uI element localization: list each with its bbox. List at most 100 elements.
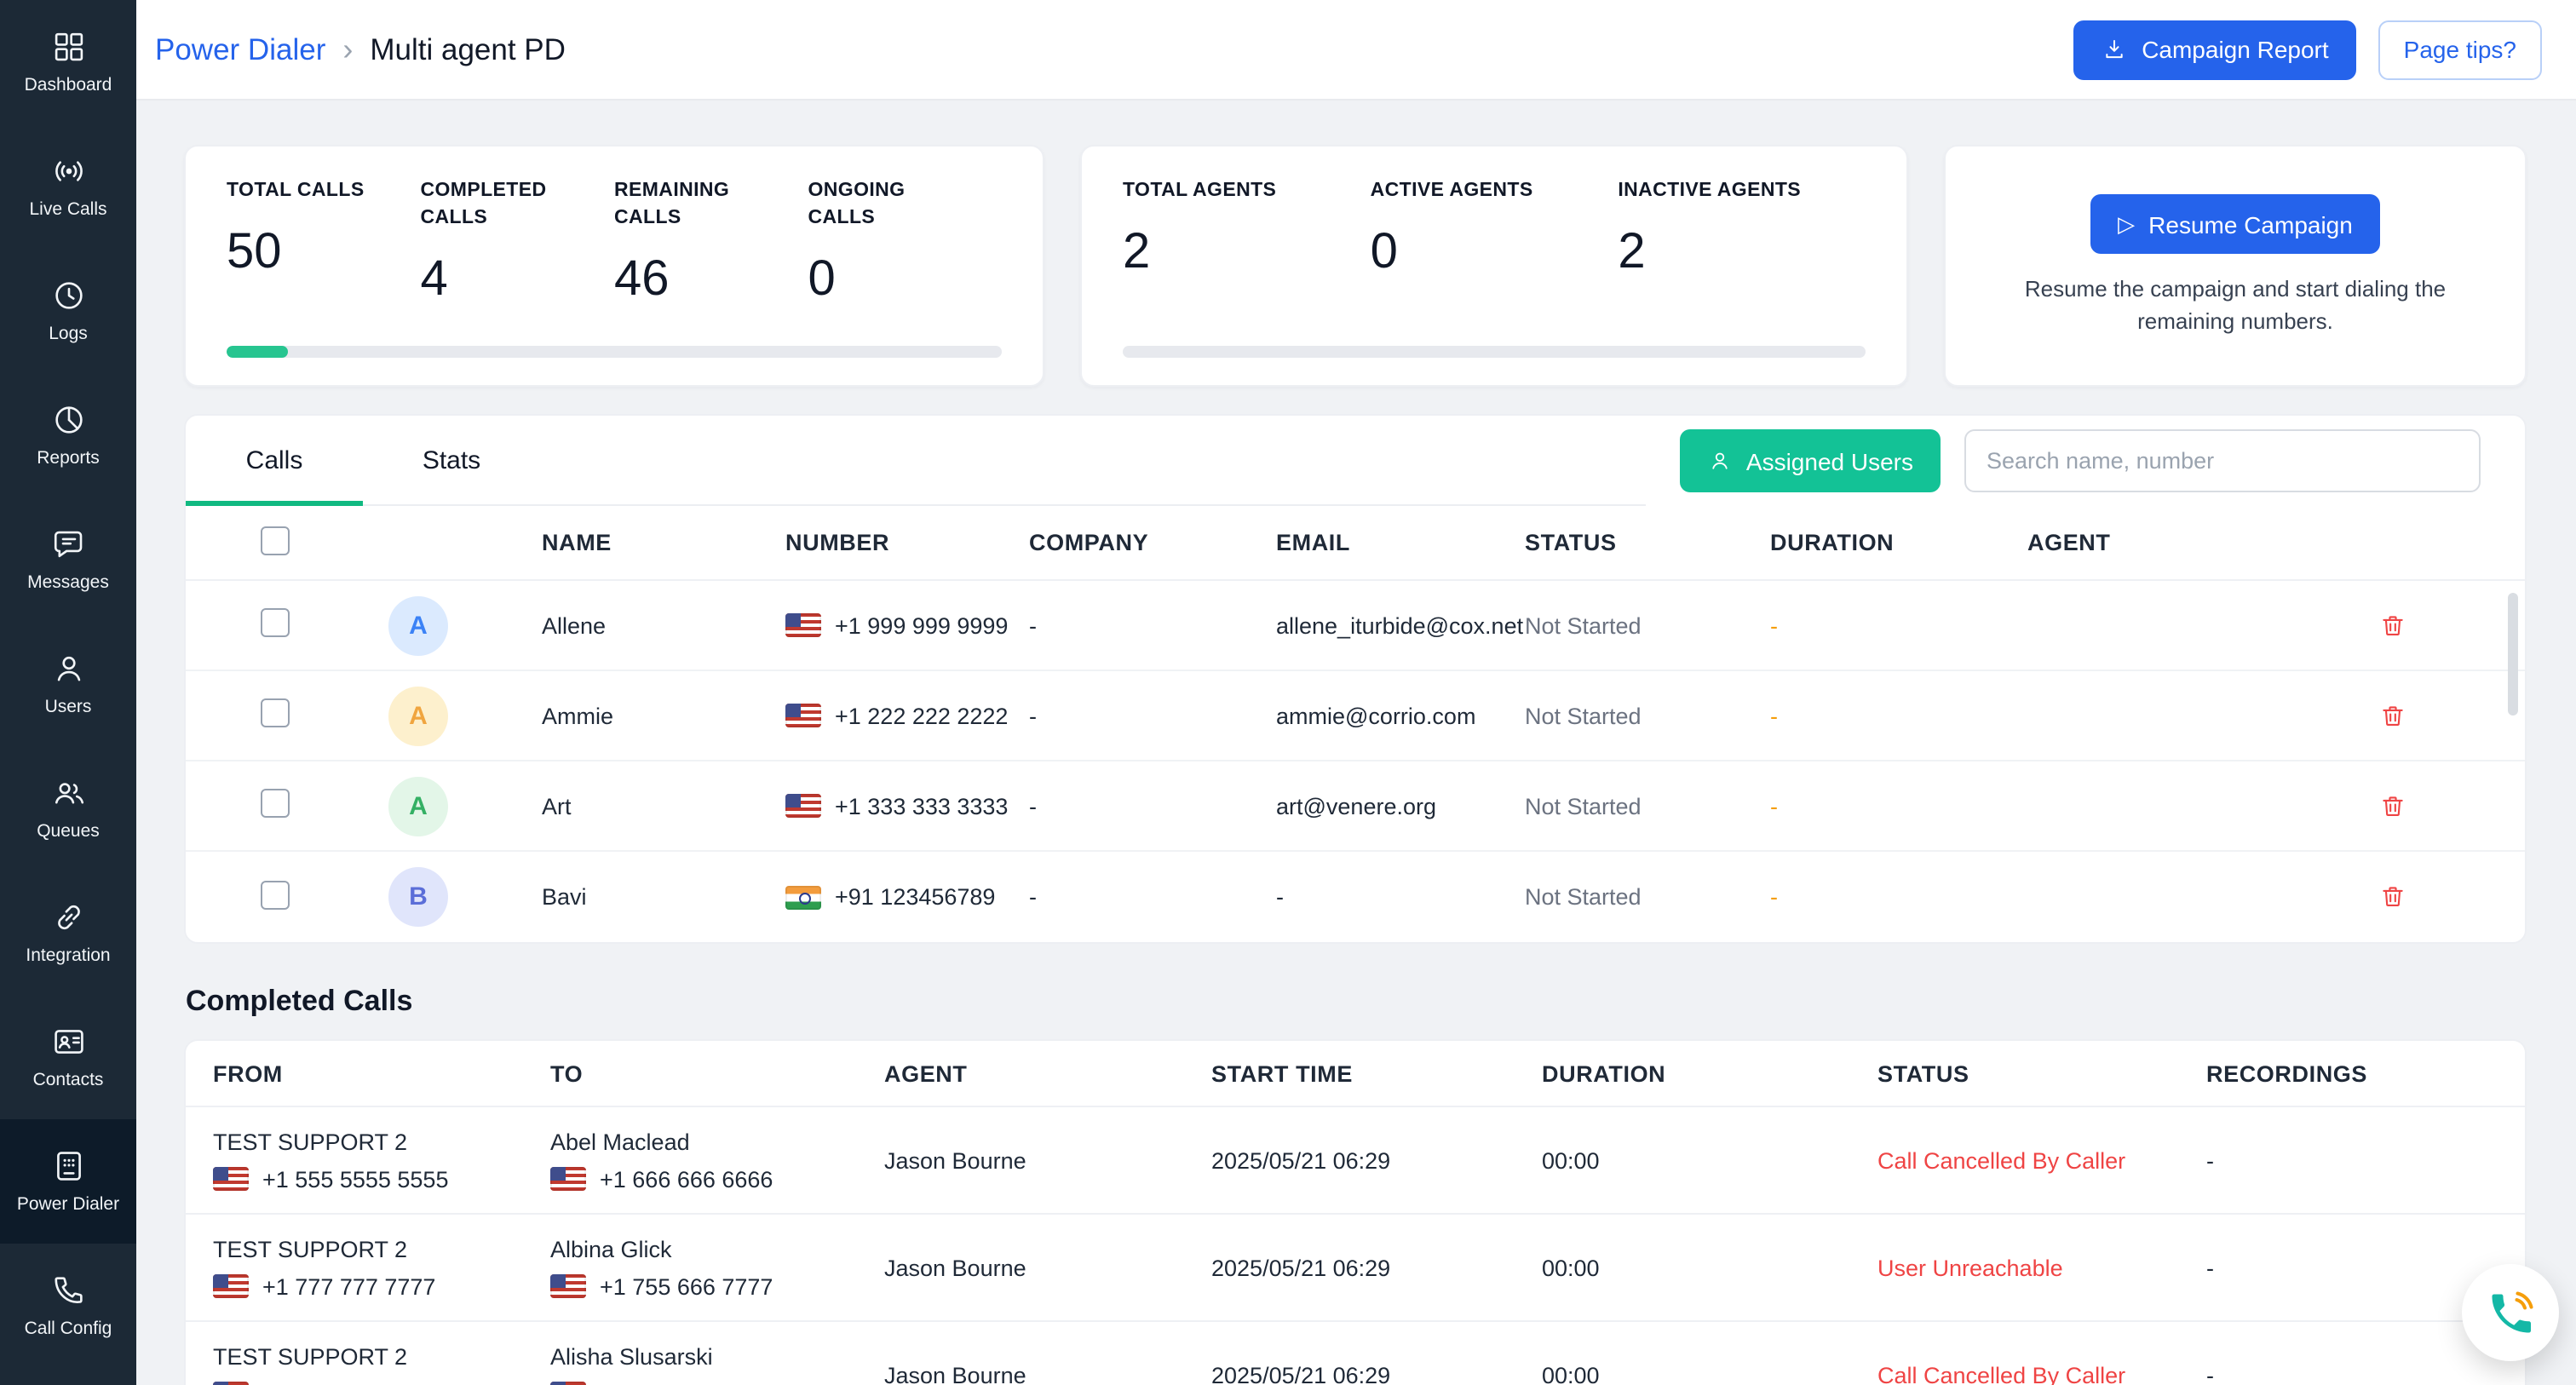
stat-value: 46 <box>614 252 808 308</box>
row-checkbox[interactable] <box>261 789 290 818</box>
avatar: A <box>388 595 448 655</box>
support-widget-button[interactable] <box>2462 1264 2559 1361</box>
to-name: Abel Maclead <box>550 1129 884 1154</box>
completed-status: Call Cancelled By Caller <box>1877 1147 2206 1173</box>
resume-campaign-card: ▷ Resume Campaign Resume the campaign an… <box>1944 145 2527 387</box>
column-header-agent: AGENT <box>2027 530 2372 555</box>
contacts-icon <box>50 1024 86 1060</box>
completed-calls-title: Completed Calls <box>186 985 2527 1019</box>
stat-inactive-agents: INACTIVE AGENTS2 <box>1618 177 1866 346</box>
search-input[interactable] <box>1964 429 2481 492</box>
resume-campaign-button[interactable]: ▷ Resume Campaign <box>2090 195 2380 255</box>
contact-company: - <box>1029 884 1276 910</box>
sidebar-item-integration[interactable]: Integration <box>0 871 136 995</box>
sidebar-item-logs[interactable]: Logs <box>0 249 136 373</box>
contact-company: - <box>1029 703 1276 728</box>
stat-value: 0 <box>808 252 1003 308</box>
integration-icon <box>50 899 86 935</box>
sidebar-item-live-calls[interactable]: Live Calls <box>0 124 136 249</box>
assigned-users-button[interactable]: Assigned Users <box>1680 429 1941 492</box>
row-checkbox[interactable] <box>261 880 290 909</box>
sidebar-item-label: Queues <box>33 821 103 842</box>
select-all-checkbox[interactable] <box>261 526 290 555</box>
completed-call-row: TEST SUPPORT 2+1 777 777 7777Albina Glic… <box>186 1213 2525 1320</box>
play-icon: ▷ <box>2118 211 2135 238</box>
sidebar-item-contacts[interactable]: Contacts <box>0 995 136 1119</box>
breadcrumb-current: Multi agent PD <box>370 32 566 67</box>
campaign-report-button[interactable]: Campaign Report <box>2073 20 2355 79</box>
avatar: A <box>388 686 448 745</box>
completed-table-header: FROMTOAGENTSTART TIMEDURATIONSTATUSRECOR… <box>186 1041 2525 1106</box>
calls-panel: CallsStats Assigned Users NAMENUMBERCOMP… <box>184 414 2527 944</box>
download-icon <box>2101 36 2128 63</box>
call-row: AArt+1 333 333 3333-art@venere.orgNot St… <box>186 761 2525 852</box>
to-cell: Abel Maclead+1 666 666 6666 <box>550 1110 884 1210</box>
avatar: A <box>388 776 448 836</box>
agents-summary-card: TOTAL AGENTS2ACTIVE AGENTS0INACTIVE AGEN… <box>1080 145 1908 387</box>
sidebar-item-label: Live Calls <box>26 199 110 220</box>
sidebar-item-dashboard[interactable]: Dashboard <box>0 0 136 124</box>
tab-calls[interactable]: Calls <box>186 416 363 504</box>
contact-email: - <box>1276 884 1525 910</box>
calls-stats: TOTAL CALLS50COMPLETED CALLS4REMAINING C… <box>227 177 1002 346</box>
to-cell: Albina Glick+1 755 666 7777 <box>550 1217 884 1318</box>
sidebar-item-call-config[interactable]: Call Config <box>0 1244 136 1368</box>
completed-column-header-recordings: RECORDINGS <box>2206 1060 2525 1086</box>
phone-widget-icon <box>2485 1287 2536 1338</box>
column-header-status: STATUS <box>1525 530 1770 555</box>
completed-column-header-to: TO <box>550 1060 884 1086</box>
delete-contact-button[interactable] <box>2372 604 2414 647</box>
completed-column-header-duration: DURATION <box>1542 1060 1877 1086</box>
sidebar-item-queues[interactable]: Queues <box>0 746 136 871</box>
tabs-row: CallsStats Assigned Users <box>186 416 2525 506</box>
contact-name: Bavi <box>542 884 785 910</box>
contact-name: Allene <box>542 612 785 638</box>
completed-duration: 00:00 <box>1542 1255 1877 1280</box>
calls-table-scrollbar[interactable] <box>2508 593 2518 715</box>
tab-stats[interactable]: Stats <box>363 416 540 504</box>
reports-icon <box>50 402 86 438</box>
dashboard-icon <box>50 29 86 65</box>
us-flag-icon <box>785 704 821 727</box>
sidebar-item-hash[interactable] <box>0 1368 136 1385</box>
stat-total-agents: TOTAL AGENTS2 <box>1123 177 1371 346</box>
row-checkbox[interactable] <box>261 698 290 727</box>
column-header-email: EMAIL <box>1276 530 1525 555</box>
contact-number: +1 999 999 9999 <box>785 612 1029 638</box>
us-flag-icon <box>550 1274 586 1298</box>
user-icon <box>1707 448 1733 474</box>
breadcrumb-parent-link[interactable]: Power Dialer <box>155 32 325 67</box>
calls-table-header: NAMENUMBERCOMPANYEMAILSTATUSDURATIONAGEN… <box>186 506 2525 581</box>
sidebar-item-power-dialer[interactable]: Power Dialer <box>0 1119 136 1244</box>
sidebar-item-reports[interactable]: Reports <box>0 373 136 497</box>
sidebar-item-messages[interactable]: Messages <box>0 497 136 622</box>
assigned-users-label: Assigned Users <box>1746 447 1913 474</box>
delete-contact-button[interactable] <box>2372 876 2414 918</box>
delete-contact-button[interactable] <box>2372 784 2414 827</box>
page-tips-button[interactable]: Page tips? <box>2378 20 2542 79</box>
completed-agent: Jason Bourne <box>884 1255 1211 1280</box>
call-config-icon <box>50 1273 86 1308</box>
from-name: TEST SUPPORT 2 <box>213 1236 550 1261</box>
stat-completed-calls: COMPLETED CALLS4 <box>421 177 615 346</box>
in-flag-icon <box>785 885 821 909</box>
contact-company: - <box>1029 793 1276 819</box>
sidebar-item-users[interactable]: Users <box>0 622 136 746</box>
completed-agent: Jason Bourne <box>884 1147 1211 1173</box>
from-cell: TEST SUPPORT 2+1 888 888 8888 <box>186 1325 550 1385</box>
stat-active-agents: ACTIVE AGENTS0 <box>1371 177 1619 346</box>
messages-icon <box>50 526 86 562</box>
queues-icon <box>50 775 86 811</box>
stat-label: TOTAL CALLS <box>227 177 377 204</box>
stat-remaining-calls: REMAINING CALLS46 <box>614 177 808 346</box>
to-cell: Alisha Slusarski+1 444 444 4444 <box>550 1325 884 1385</box>
stat-total-calls: TOTAL CALLS50 <box>227 177 421 346</box>
delete-contact-button[interactable] <box>2372 694 2414 737</box>
top-header: Power Dialer › Multi agent PD Campaign R… <box>136 0 2576 101</box>
call-duration: - <box>1770 612 2027 638</box>
row-checkbox[interactable] <box>261 608 290 637</box>
sidebar-item-label: Users <box>42 697 95 717</box>
us-flag-icon <box>785 794 821 818</box>
resume-campaign-label: Resume Campaign <box>2148 211 2353 238</box>
breadcrumb: Power Dialer › Multi agent PD <box>155 32 566 67</box>
